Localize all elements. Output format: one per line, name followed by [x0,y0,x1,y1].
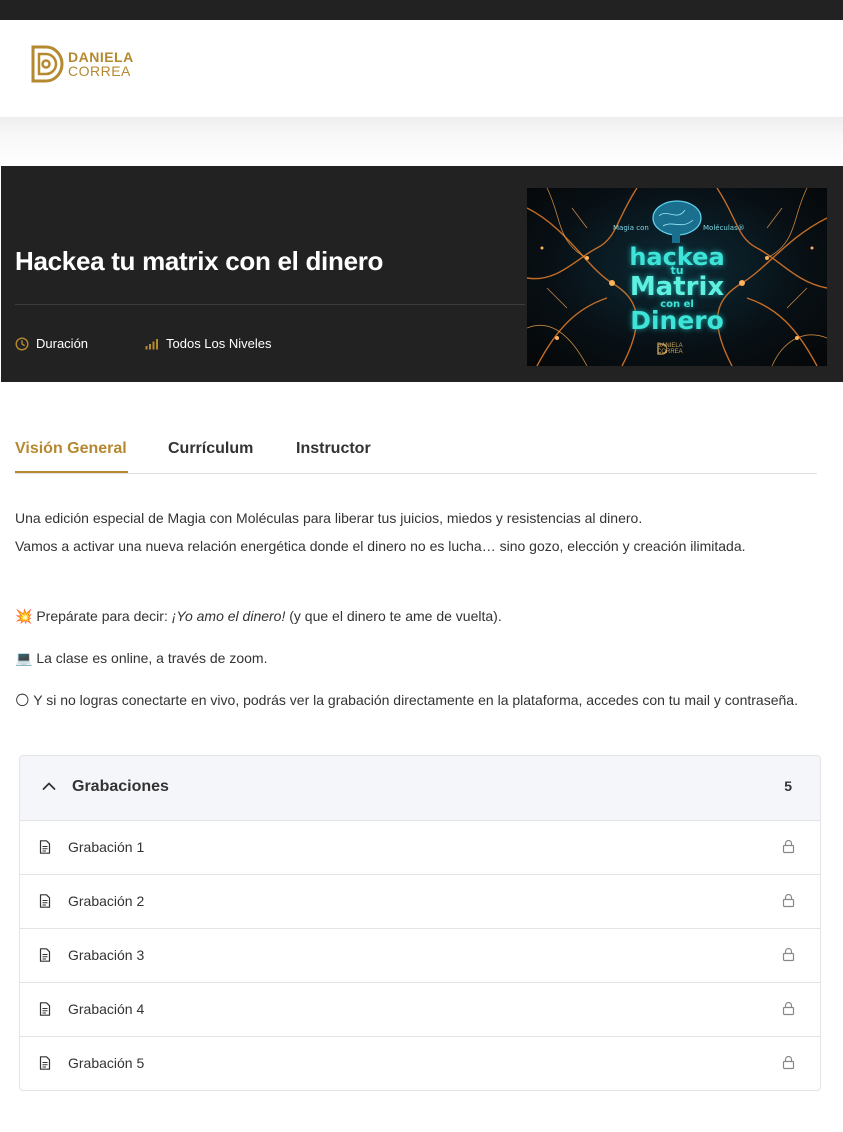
banner-tag-right: Moléculas® [703,224,745,232]
course-tabs: Visión General Currículum Instructor [15,437,817,474]
paragraph-2-emphasis: ¡Yo amo el dinero! [171,608,286,624]
description-paragraph-3: 💻 La clase es online, a través de zoom. [15,644,815,672]
document-icon [39,840,51,854]
banner-line-5: Dinero [630,306,724,335]
header-shadow [0,117,843,166]
course-banner-image: Magia con Moléculas® hackea tu Matrix co… [527,188,827,366]
logo-line-1: DANIELA [68,49,134,65]
logo-line-2: CORREA [68,63,131,79]
description-paragraph-2: 💥 Prepárate para decir: ¡Yo amo el diner… [15,602,815,630]
curriculum-section-header[interactable]: Grabaciones 5 [20,756,820,821]
bar-chart-icon [145,338,158,349]
lesson-row[interactable]: Grabación 5 [20,1037,820,1090]
top-bar [0,0,843,20]
banner-tag-left: Magia con [613,224,649,232]
duration-label: Duración [36,336,89,351]
lesson-title: Grabación 4 [68,1001,145,1017]
course-hero: Hackea tu matrix con el dinero Duración … [1,166,843,382]
level-meta: Todos Los Niveles [145,336,272,351]
description-paragraph-4: 🌕 Y si no logras conectarte en vivo, pod… [15,686,815,714]
paragraph-3-text: La clase es online, a través de zoom. [36,650,268,666]
document-icon [39,894,51,908]
paragraph-2-post: (y que el dinero te ame de vuelta). [285,608,502,624]
lesson-title: Grabación 3 [68,947,145,963]
lock-icon [782,1001,795,1016]
lock-icon [782,947,795,962]
laptop-icon: 💻 [15,650,33,666]
tab-overview[interactable]: Visión General [15,440,127,458]
paragraph-2-pre: Prepárate para decir: [36,608,172,624]
active-tab-indicator [15,471,128,473]
lesson-count: 5 [784,778,792,794]
hero-divider [15,304,525,305]
paragraph-4-text: Y si no logras conectarte en vivo, podrá… [33,692,798,708]
explosion-icon: 💥 [15,608,33,624]
document-icon [39,1056,51,1070]
chevron-up-icon[interactable] [42,781,56,791]
duration-meta: Duración [15,336,88,351]
tab-curriculum[interactable]: Currículum [168,440,253,458]
description-line-2: Vamos a activar una nueva relación energ… [15,538,746,554]
lesson-row[interactable]: Grabación 2 [20,875,820,929]
lesson-title: Grabación 2 [68,893,145,909]
lock-icon [782,893,795,908]
logo-mark-icon [31,45,64,83]
banner-logo-icon [657,343,667,355]
lesson-row[interactable]: Grabación 3 [20,929,820,983]
banner-line-3: Matrix [629,272,725,302]
description-paragraph-1: Una edición especial de Magia con Molécu… [15,504,815,560]
document-icon [39,948,51,962]
logo[interactable]: DANIELA CORREA [30,45,134,83]
tab-instructor[interactable]: Instructor [296,440,371,458]
section-title: Grabaciones [72,778,169,795]
lesson-title: Grabación 5 [68,1055,145,1071]
moon-icon: 🌕 [15,692,30,708]
lesson-row[interactable]: Grabación 4 [20,983,820,1037]
lock-icon [782,839,795,854]
logo-text: DANIELA CORREA [68,50,134,78]
lesson-row[interactable]: Grabación 1 [20,821,820,875]
description-line-1: Una edición especial de Magia con Molécu… [15,510,643,526]
clock-icon [15,336,29,351]
level-label: Todos Los Niveles [166,336,272,351]
curriculum-section: Grabaciones 5 Grabación 1 Grabación 2 Gr… [19,755,821,1091]
document-icon [39,1002,51,1016]
lesson-title: Grabación 1 [68,839,145,855]
course-title: Hackea tu matrix con el dinero [15,246,384,276]
banner-brand: DANIELA CORREA [657,343,683,355]
lock-icon [782,1055,795,1070]
